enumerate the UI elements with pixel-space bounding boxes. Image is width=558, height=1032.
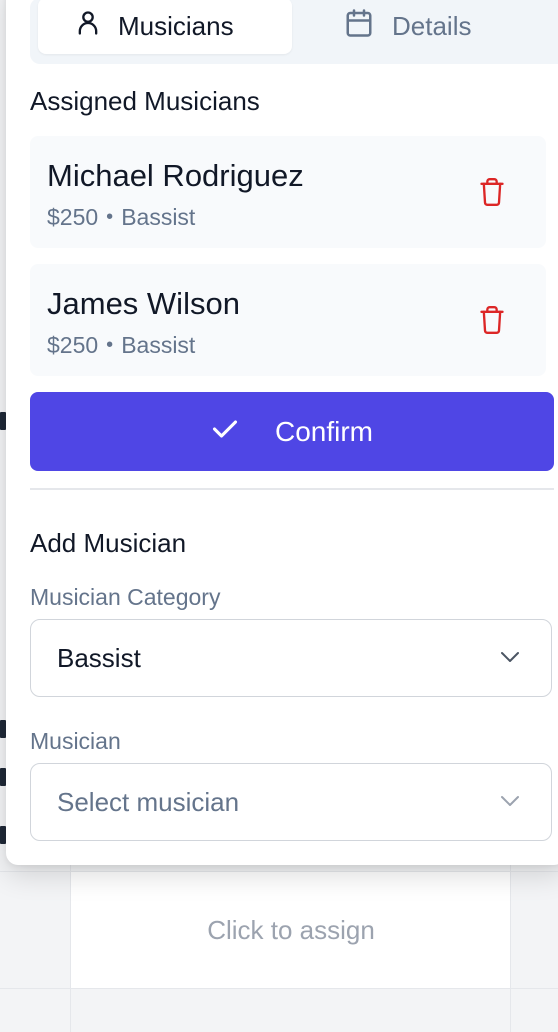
meta-separator: • (106, 334, 114, 356)
tab-list: Musicians Details (30, 0, 558, 64)
musician-label: Musician (30, 728, 121, 754)
musician-category-select[interactable]: Bassist (30, 619, 552, 697)
assigned-musicians-heading: Assigned Musicians (30, 86, 260, 116)
musician-meta: $250 • Bassist (47, 204, 195, 231)
remove-musician-button[interactable] (478, 176, 506, 208)
chevron-down-icon (499, 794, 521, 813)
confirm-button[interactable]: Confirm (30, 392, 554, 471)
musician-card: James Wilson $250 • Bassist (30, 264, 546, 376)
musician-fee: $250 (47, 204, 99, 230)
calendar-icon (344, 8, 374, 45)
musician-category-label: Musician Category (30, 584, 221, 610)
trash-icon (478, 178, 506, 212)
musician-name: James Wilson (47, 286, 240, 321)
musician-role: Bassist (121, 204, 196, 230)
check-icon (211, 416, 239, 448)
meta-separator: • (106, 206, 114, 228)
section-divider (30, 488, 554, 490)
remove-musician-button[interactable] (478, 304, 506, 336)
chevron-down-icon (499, 650, 521, 669)
musician-select-placeholder: Select musician (57, 786, 240, 817)
musician-card: Michael Rodriguez $250 • Bassist (30, 136, 546, 248)
tab-musicians-label: Musicians (118, 10, 234, 41)
musician-category-value: Bassist (57, 642, 141, 673)
grid-row-line (0, 988, 558, 989)
user-icon (74, 8, 102, 45)
musician-meta: $250 • Bassist (47, 332, 195, 359)
tab-musicians[interactable]: Musicians (38, 0, 292, 54)
trash-icon (478, 305, 506, 340)
add-musician-heading: Add Musician (30, 528, 187, 558)
tab-details-label: Details (392, 10, 472, 41)
click-to-assign-text[interactable]: Click to assign (72, 872, 510, 988)
musician-role: Bassist (121, 332, 196, 358)
musician-name: Michael Rodriguez (47, 158, 304, 193)
assign-musician-popover: Musicians Details Assigned Musicians Mic… (6, 0, 558, 865)
musician-fee: $250 (47, 332, 99, 358)
confirm-label: Confirm (274, 415, 373, 447)
musician-select[interactable]: Select musician (30, 763, 552, 841)
tab-details[interactable]: Details (344, 0, 471, 54)
